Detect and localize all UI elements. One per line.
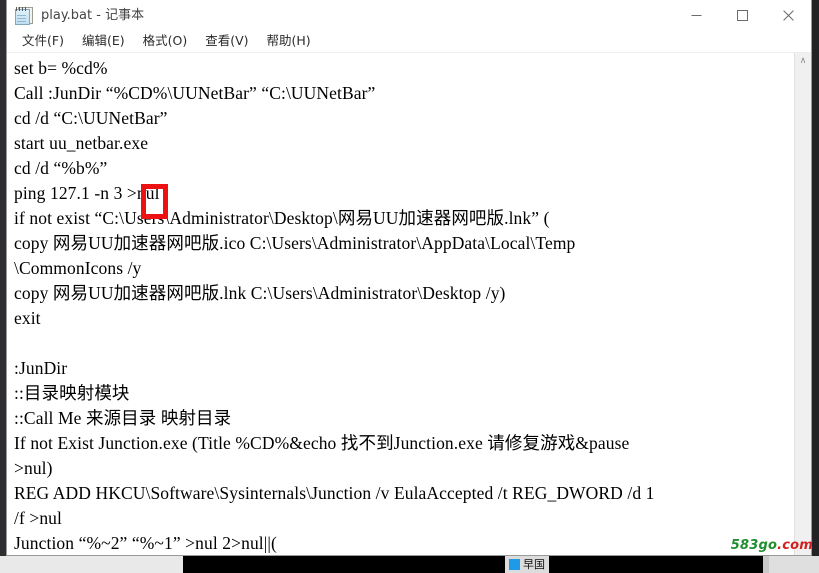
code-line: Junction “%~2” “%~1” >nul 2>nul||( (14, 533, 277, 553)
menu-help[interactable]: 帮助(H) (258, 34, 320, 48)
menu-edit[interactable]: 编辑(E) (73, 34, 134, 48)
code-line: copy 网易UU加速器网吧版.ico C:\Users\Administrat… (14, 233, 576, 253)
close-button[interactable] (765, 0, 811, 30)
taskbar-segment-right (769, 556, 819, 573)
title-bar[interactable]: play.bat - 记事本 (7, 0, 811, 30)
watermark-part-2: .com (777, 538, 813, 553)
code-line: \CommonIcons /y (14, 258, 142, 278)
notepad-window: play.bat - 记事本 文件(F) 编辑(E) 格式(O) 查看(V) 帮… (6, 0, 812, 556)
menu-file[interactable]: 文件(F) (13, 34, 73, 48)
taskbar-app-label: 早国 (523, 558, 545, 571)
code-line: REG ADD HKCU\Software\Sysinternals\Junct… (14, 483, 655, 503)
code-line: cd /d “%b%” (14, 158, 108, 178)
window-controls (673, 0, 811, 30)
taskbar-segment-dark (183, 556, 763, 573)
code-line: :JunDir (14, 358, 68, 378)
code-line: if not exist “C:\Users\Administrator\Des… (14, 208, 550, 228)
code-line: ::目录映射模块 (14, 383, 130, 403)
code-line: copy 网易UU加速器网吧版.lnk C:\Users\Administrat… (14, 283, 506, 303)
menu-bar: 文件(F) 编辑(E) 格式(O) 查看(V) 帮助(H) (7, 30, 811, 52)
scroll-up-arrow-icon[interactable]: ∧ (795, 53, 811, 69)
code-line: >nul) (14, 458, 53, 478)
code-line: Call :JunDir “%CD%\UUNetBar” “C:\UUNetBa… (14, 83, 376, 103)
batch-script-text[interactable]: set b= %cd% Call :JunDir “%CD%\UUNetBar” … (14, 56, 794, 555)
code-line: exit (14, 308, 41, 328)
code-line: /f >nul (14, 508, 62, 528)
code-line: If not Exist Junction.exe (Title %CD%&ec… (14, 433, 630, 453)
site-watermark: 583go.com (731, 538, 813, 553)
menu-format[interactable]: 格式(O) (134, 34, 197, 48)
notepad-icon (13, 5, 33, 25)
text-area-region: set b= %cd% Call :JunDir “%CD%\UUNetBar” … (7, 52, 811, 555)
code-line: ::Call Me 来源目录 映射目录 (14, 408, 232, 428)
text-editor[interactable]: set b= %cd% Call :JunDir “%CD%\UUNetBar” … (7, 53, 794, 555)
code-line: cd /d “C:\UUNetBar” (14, 108, 168, 128)
taskbar-window-button[interactable]: 早国 (505, 556, 549, 573)
taskbar-app-icon (509, 559, 520, 570)
taskbar (0, 556, 819, 573)
taskbar-segment-left (0, 556, 183, 573)
code-line: set b= %cd% (14, 58, 108, 78)
minimize-button[interactable] (673, 0, 719, 30)
vertical-scrollbar[interactable]: ∧ (794, 53, 811, 555)
code-line: ping 127.1 -n 3 >nul (14, 183, 160, 203)
maximize-button[interactable] (719, 0, 765, 30)
code-line: start uu_netbar.exe (14, 133, 149, 153)
menu-view[interactable]: 查看(V) (196, 34, 257, 48)
window-title: play.bat - 记事本 (41, 7, 145, 23)
watermark-part-1: 583go (730, 538, 778, 553)
